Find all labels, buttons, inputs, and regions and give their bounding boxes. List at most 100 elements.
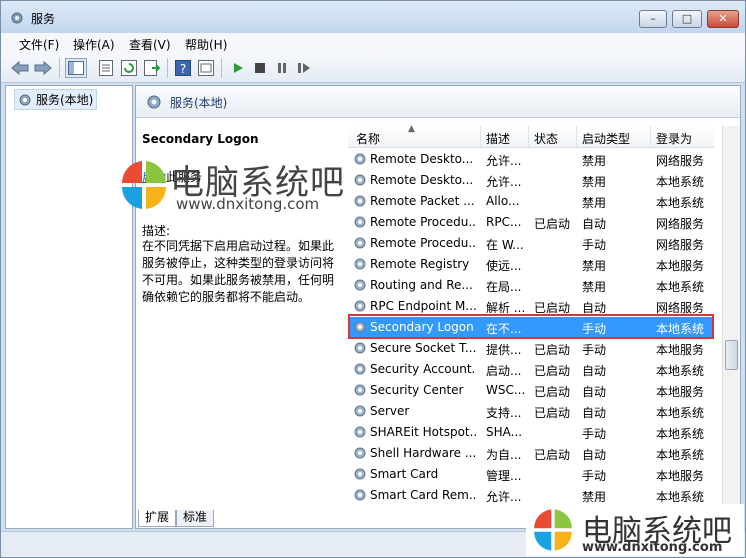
table-row[interactable]: Secure Socket T... 提供... 已启动 手动 本地服务 — [348, 338, 714, 359]
scrollbar-thumb[interactable] — [725, 340, 738, 370]
properties-icon[interactable] — [97, 59, 115, 77]
column-header-logon-as[interactable]: 登录为 — [656, 130, 692, 147]
cell-status: 已启动 — [534, 385, 571, 399]
cell-status: 已启动 — [534, 406, 571, 420]
cell-desc: RPC... — [486, 215, 522, 229]
cell-name: Remote Registry — [370, 257, 470, 271]
vertical-scrollbar[interactable] — [722, 126, 740, 508]
cell-name: Smart Card — [370, 467, 439, 481]
cell-logon: 本地系统 — [656, 175, 705, 189]
column-header-description[interactable]: 描述 — [486, 130, 510, 147]
cell-name: Shell Hardware ... — [370, 446, 476, 460]
tab-extended[interactable]: 扩展 — [138, 510, 177, 527]
table-row[interactable]: Server 支持... 已启动 自动 本地系统 — [348, 401, 714, 422]
service-gear-icon — [354, 258, 366, 270]
watermark-url: www.dnxitong.com — [582, 540, 723, 555]
table-row[interactable]: Remote Deskto... 允许... 禁用 本地系统 — [348, 170, 714, 191]
cell-name: RPC Endpoint M... — [370, 299, 476, 313]
cell-logon: 本地系统 — [656, 406, 705, 420]
cell-desc: 管理... — [486, 469, 522, 483]
svg-text:?: ? — [180, 62, 186, 76]
start-service-icon[interactable] — [229, 59, 247, 77]
cell-status: 已启动 — [534, 343, 571, 357]
cell-desc: 在不... — [486, 322, 522, 336]
maximize-button[interactable]: □ — [672, 10, 702, 28]
service-gear-icon — [354, 426, 366, 438]
cell-desc: 启动... — [486, 364, 522, 378]
toolbar-separator — [221, 58, 222, 78]
cell-name: Security Center — [370, 383, 464, 397]
cell-logon: 本地系统 — [656, 364, 705, 378]
table-row[interactable]: Remote Procedu... 在 W... 手动 网络服务 — [348, 233, 714, 254]
windows-logo-icon — [121, 161, 167, 209]
cell-startup: 自动 — [582, 448, 607, 462]
service-gear-icon — [354, 489, 366, 501]
refresh-icon[interactable] — [120, 59, 138, 77]
cell-name: Remote Deskto... — [370, 173, 474, 187]
cell-logon: 本地服务 — [656, 469, 705, 483]
cell-status: 已启动 — [534, 301, 571, 315]
services-gear-icon — [19, 94, 31, 105]
cell-desc: 允许... — [486, 490, 522, 504]
menu-help[interactable]: 帮助(H) — [185, 36, 227, 53]
column-header-status[interactable]: 状态 — [534, 130, 558, 147]
minimize-button[interactable]: – — [639, 10, 667, 28]
show-hide-tree-icon[interactable] — [65, 58, 87, 78]
service-gear-icon — [354, 468, 366, 480]
services-pane: 服务(本地) Secondary Logon 启动此服务 描述: 在不同凭据下启… — [135, 85, 741, 529]
close-button[interactable]: ✕ — [707, 10, 739, 28]
cell-name: SHAREit Hotspot... — [370, 425, 476, 439]
console-tree-icon[interactable] — [197, 59, 215, 77]
title-bar[interactable]: 服务 – □ ✕ — [1, 1, 745, 33]
table-row[interactable]: Security Center WSC... 已启动 自动 本地服务 — [348, 380, 714, 401]
cell-startup: 手动 — [582, 238, 607, 252]
forward-icon[interactable] — [34, 59, 52, 77]
cell-name: Remote Deskto... — [370, 152, 474, 166]
cell-logon: 网络服务 — [656, 154, 705, 168]
cell-name: Server — [370, 404, 410, 418]
cell-name: Security Account... — [370, 362, 476, 376]
cell-logon: 网络服务 — [656, 217, 705, 231]
service-gear-icon — [354, 363, 366, 375]
table-row[interactable]: Remote Packet ... Allo... 禁用 本地系统 — [348, 191, 714, 212]
table-row[interactable]: Routing and Re... 在局... 禁用 本地系统 — [348, 275, 714, 296]
cell-startup: 自动 — [582, 364, 607, 378]
tree-item-services-local[interactable]: 服务(本地) — [14, 89, 98, 110]
table-row[interactable]: Secondary Logon 在不... 手动 本地系统 — [348, 317, 714, 338]
column-header-startup-type[interactable]: 启动类型 — [582, 130, 630, 147]
service-gear-icon — [354, 405, 366, 417]
cell-name: Routing and Re... — [370, 278, 473, 292]
tab-standard[interactable]: 标准 — [176, 510, 215, 527]
cell-name: Remote Packet ... — [370, 194, 475, 208]
services-pane-header: 服务(本地) — [136, 86, 740, 118]
services-gear-icon — [147, 95, 161, 109]
service-gear-icon — [354, 279, 366, 291]
help-icon[interactable]: ? — [174, 59, 192, 77]
table-row[interactable]: SHAREit Hotspot... SHA... 手动 本地系统 — [348, 422, 714, 443]
menu-view[interactable]: 查看(V) — [129, 36, 171, 53]
toolbar-separator — [167, 58, 168, 78]
column-header-name[interactable]: 名称 — [356, 130, 380, 147]
service-gear-icon — [354, 321, 366, 333]
cell-desc: 在局... — [486, 280, 522, 294]
cell-logon: 本地系统 — [656, 448, 705, 462]
table-row[interactable]: Remote Deskto... 允许... 禁用 网络服务 — [348, 149, 714, 170]
back-icon[interactable] — [11, 59, 29, 77]
table-row[interactable]: Smart Card Rem... 允许... 禁用 本地系统 — [348, 485, 714, 506]
table-row[interactable]: Remote Procedu... RPC... 已启动 自动 网络服务 — [348, 212, 714, 233]
pause-service-icon[interactable] — [273, 59, 291, 77]
menu-action[interactable]: 操作(A) — [73, 36, 115, 53]
table-row[interactable]: RPC Endpoint M... 解析 ... 已启动 自动 网络服务 — [348, 296, 714, 317]
cell-desc: 使远... — [486, 259, 522, 273]
menu-file[interactable]: 文件(F) — [19, 36, 59, 53]
table-row[interactable]: Shell Hardware ... 为自... 已启动 自动 本地系统 — [348, 443, 714, 464]
table-row[interactable]: Security Account... 启动... 已启动 自动 本地系统 — [348, 359, 714, 380]
cell-desc: 提供... — [486, 343, 522, 357]
cell-startup: 禁用 — [582, 196, 607, 210]
table-row[interactable]: Remote Registry 使远... 禁用 本地服务 — [348, 254, 714, 275]
cell-desc: 在 W... — [486, 238, 524, 252]
table-row[interactable]: Smart Card 管理... 手动 本地服务 — [348, 464, 714, 485]
stop-service-icon[interactable] — [251, 59, 269, 77]
restart-service-icon[interactable] — [295, 59, 313, 77]
export-list-icon[interactable] — [143, 59, 161, 77]
